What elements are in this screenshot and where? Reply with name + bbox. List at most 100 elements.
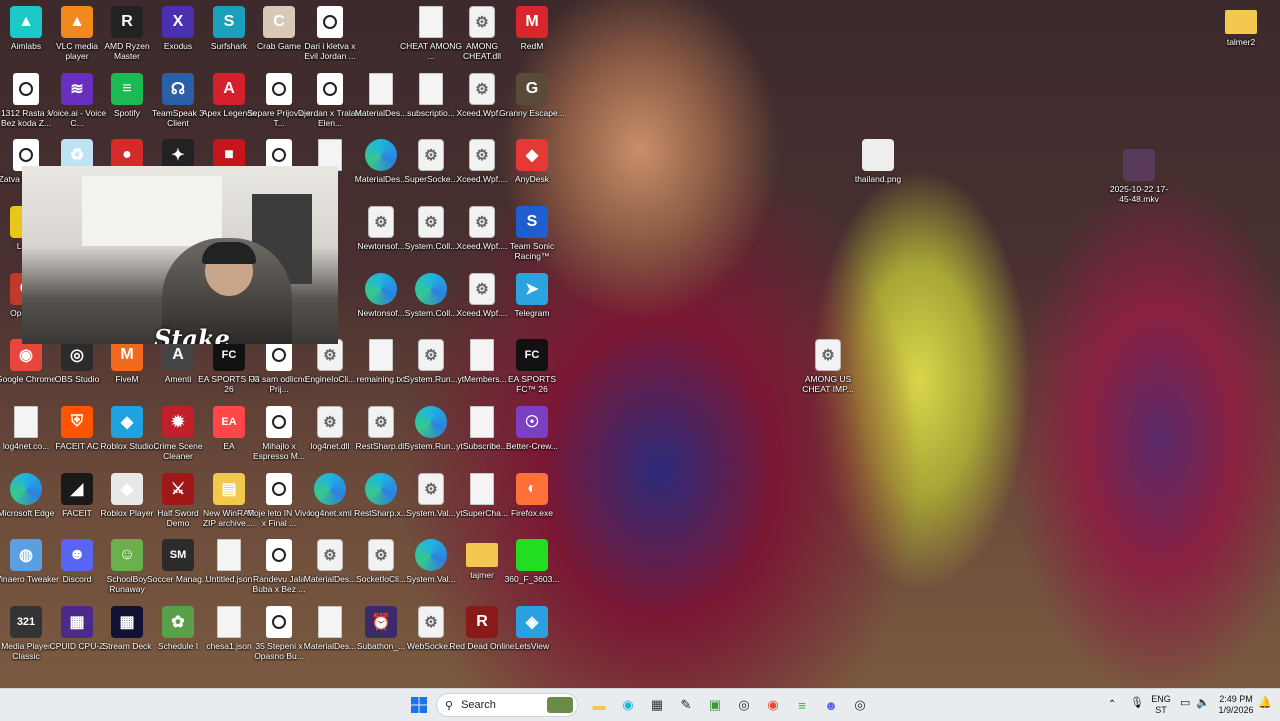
network-icon[interactable]: ▭ [1180, 698, 1190, 709]
discord-icon: ☻ [61, 539, 93, 571]
desktop-icon[interactable]: ➤ Telegram [499, 269, 565, 335]
edge-file-icon [365, 273, 397, 305]
image-file-icon [862, 139, 894, 171]
microphone-icon[interactable]: 🎙 [1130, 698, 1144, 709]
crime-scene-icon: ✹ [162, 406, 194, 438]
better-crew-icon: ☉ [516, 406, 548, 438]
apex-icon: A [213, 73, 245, 105]
spotify-icon: ≡ [111, 73, 143, 105]
granny-icon: G [516, 73, 548, 105]
firefox-icon: ◐ [516, 473, 548, 505]
faceit-ac-icon: ⛨ [61, 406, 93, 438]
video-file-icon [266, 73, 292, 105]
show-hidden-icons-chevron-icon[interactable]: ⌃ [1108, 699, 1116, 710]
desktop-icon[interactable]: talmer2 [1208, 2, 1274, 68]
language-indicator[interactable]: ENG ST [1150, 694, 1172, 716]
red-dead-icon: R [466, 606, 498, 638]
discord-icon[interactable]: ☻ [820, 694, 842, 716]
start-button[interactable] [408, 694, 430, 716]
video-file-icon [317, 6, 343, 38]
desktop-icon[interactable]: Dari i kletva x Evil Jordan ... [297, 2, 363, 68]
desktop-icon-label: talmer2 [1226, 37, 1256, 47]
desktop-icon[interactable]: FC EA SPORTS FC™ 26 [499, 335, 565, 401]
chrome-icon[interactable]: ◉ [762, 694, 784, 716]
minecraft-icon[interactable]: ▣ [704, 694, 726, 716]
spotify-icon[interactable]: ≡ [791, 694, 813, 716]
desktop-icon[interactable]: ☉ Better-Crew... [499, 402, 565, 468]
schoolboy-icon: ☺ [111, 539, 143, 571]
mpc-icon: 321 [10, 606, 42, 638]
desktop-icon-label: 360_F_3603... [504, 574, 560, 584]
folder-icon [466, 543, 498, 567]
desktop-icon[interactable]: thailand.png [845, 135, 911, 201]
video-file-icon [266, 539, 292, 571]
text-file-icon [217, 606, 241, 638]
desktop-icon[interactable]: M RedM [499, 2, 565, 68]
dll-file-icon: ⚙ [815, 339, 841, 371]
desktop-icon-label: AnyDesk [514, 174, 549, 184]
edge-file-icon [415, 406, 447, 438]
desktop-icon-label: RedM [520, 41, 544, 51]
faceit-icon: ◢ [61, 473, 93, 505]
video-file-icon [317, 73, 343, 105]
redm-icon: M [516, 6, 548, 38]
desktop-icon-label: Firefox.exe [510, 508, 554, 518]
webcam-background-kitchen [82, 176, 222, 246]
desktop-icon[interactable]: 360_F_3603... [499, 535, 565, 601]
pen-app-icon[interactable]: ✎ [675, 694, 697, 716]
desktop-icon-label: thailand.png [854, 174, 902, 184]
dll-file-icon: ⚙ [418, 139, 444, 171]
vlc-icon: ▲ [61, 6, 93, 38]
letsview-icon: ◈ [516, 606, 548, 638]
desktop-icon[interactable]: ◐ Firefox.exe [499, 469, 565, 535]
fc26-icon: FC [516, 339, 548, 371]
dll-file-icon: ⚙ [368, 206, 394, 238]
desktop-icon[interactable]: ◈ LetsView [499, 602, 565, 668]
ea-icon: EA [213, 406, 245, 438]
telegram-icon: ➤ [516, 273, 548, 305]
taskbar-search[interactable]: ⚲ Search [436, 693, 578, 717]
desktop-icon[interactable]: 2025-10-22 17-45-48.mkv [1106, 145, 1172, 211]
video-file-icon [266, 606, 292, 638]
desktop-icon-label: LetsView [514, 641, 550, 651]
desktop-icon-label: Telegram [514, 308, 550, 318]
taskbar: ⚲ Search ⌃ 🎙 ENG ST ▭ 🔈 2:49 PM 1/9/2026… [0, 688, 1280, 721]
dll-file-icon: ⚙ [317, 539, 343, 571]
sonic-icon: S [516, 206, 548, 238]
desktop-icon[interactable]: ⚙ AMONG US CHEAT IMP... [795, 335, 861, 401]
language-bottom: ST [1155, 705, 1167, 715]
edge-icon[interactable]: ◉ [617, 694, 639, 716]
dll-file-icon: ⚙ [368, 406, 394, 438]
edge-icon [10, 473, 42, 505]
desktop-icon-label: Dari i kletva x Evil Jordan ... [304, 41, 356, 61]
video-file-icon [266, 473, 292, 505]
soccer-manager-icon: SM [162, 539, 194, 571]
surfshark-icon: S [213, 6, 245, 38]
desktop-icon[interactable]: G Granny Escape... [499, 69, 565, 135]
file-explorer-icon[interactable]: ▬ [588, 694, 610, 716]
image-file-icon [516, 539, 548, 571]
folder-icon [1225, 10, 1257, 34]
desktop-icon[interactable]: S Team Sonic Racing™ [499, 202, 565, 268]
video-thumbnail-icon [1123, 149, 1155, 181]
search-highlight-icon [547, 697, 573, 713]
teamspeak-icon: ☊ [162, 73, 194, 105]
notifications-icon[interactable]: 🔔 [1258, 698, 1272, 709]
dll-file-icon: ⚙ [469, 6, 495, 38]
cpuz-icon: ▦ [61, 606, 93, 638]
volume-icon[interactable]: 🔈 [1196, 698, 1210, 709]
clock-date: 1/9/2026 [1218, 705, 1254, 715]
desktop-wallpaper: ▲ Aimlabs ▲ VLC media player R AMD Ryzen Mast… [0, 0, 1280, 688]
aimlabs-icon: ▲ [10, 6, 42, 38]
steam-icon[interactable]: ◎ [733, 694, 755, 716]
roblox-studio-icon: ◆ [111, 406, 143, 438]
desktop-icon-label: Better-Crew... [506, 441, 558, 451]
obs-icon[interactable]: ◎ [849, 694, 871, 716]
text-file-icon [470, 406, 494, 438]
dll-file-icon: ⚙ [418, 606, 444, 638]
desktop-icon-label: 2025-10-22 17-45-48.mkv [1109, 184, 1169, 204]
desktop-icon[interactable]: ◆ AnyDesk [499, 135, 565, 201]
clock[interactable]: 2:49 PM 1/9/2026 [1216, 694, 1256, 716]
desktop-icon-label: EA SPORTS FC™ 26 [507, 374, 557, 394]
store-icon[interactable]: ▦ [646, 694, 668, 716]
